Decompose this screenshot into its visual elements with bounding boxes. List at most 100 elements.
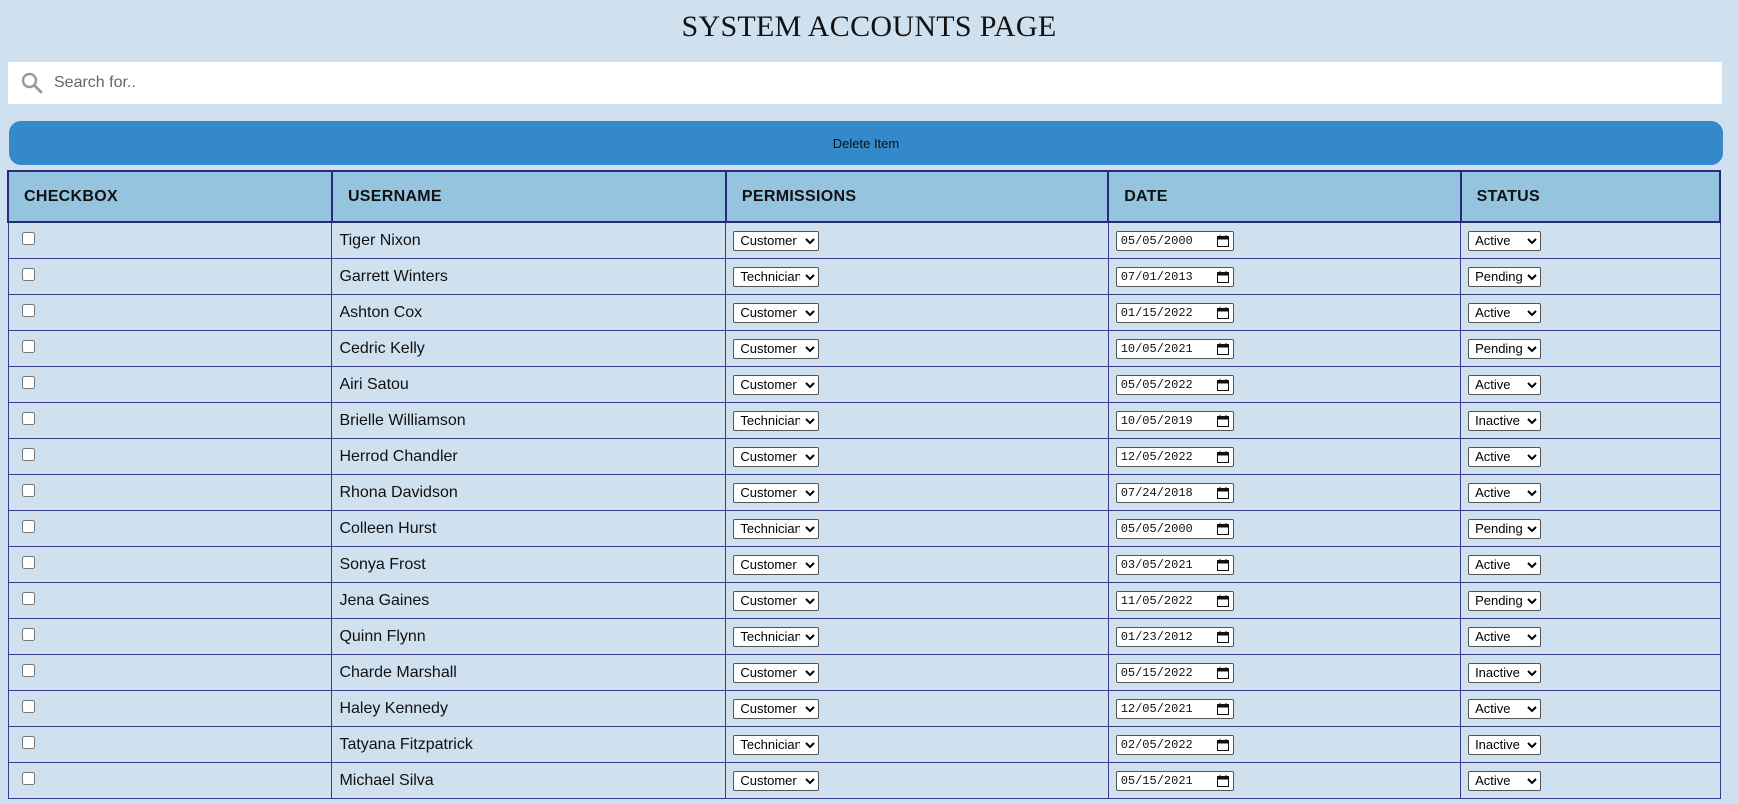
row-checkbox[interactable] xyxy=(21,303,35,317)
status-select[interactable]: Active xyxy=(1468,446,1542,467)
date-input[interactable]: 10/05/2021 xyxy=(1115,338,1234,359)
status-select[interactable]: Pending xyxy=(1468,338,1542,359)
permission-select[interactable]: Technician xyxy=(733,266,820,287)
row-checkbox[interactable] xyxy=(21,339,35,353)
date-input[interactable]: 05/05/2000 xyxy=(1115,230,1234,251)
date-input[interactable]: 03/05/2021 xyxy=(1115,554,1234,575)
checkbox-cell xyxy=(7,582,333,619)
row-checkbox[interactable] xyxy=(21,555,35,569)
date-input[interactable]: 02/05/2022 xyxy=(1115,734,1234,755)
permission-select[interactable]: Customer xyxy=(733,590,820,611)
calendar-icon[interactable] xyxy=(1216,522,1229,535)
row-checkbox[interactable] xyxy=(21,375,35,389)
row-checkbox[interactable] xyxy=(21,771,35,785)
calendar-icon[interactable] xyxy=(1216,594,1229,607)
calendar-icon[interactable] xyxy=(1216,558,1229,571)
permission-select[interactable]: Technician xyxy=(733,410,820,431)
date-input[interactable]: 01/23/2012 xyxy=(1115,626,1234,647)
calendar-icon[interactable] xyxy=(1216,702,1229,715)
permission-select[interactable]: Customer xyxy=(733,302,820,323)
calendar-icon[interactable] xyxy=(1216,342,1229,355)
calendar-icon[interactable] xyxy=(1216,774,1229,787)
calendar-icon[interactable] xyxy=(1216,486,1229,499)
status-select[interactable]: Active xyxy=(1468,230,1542,251)
search-input[interactable] xyxy=(52,73,1656,93)
username-cell: Quinn Flynn xyxy=(331,618,727,655)
permission-select[interactable]: Technician xyxy=(733,518,820,539)
row-checkbox[interactable] xyxy=(21,735,35,749)
status-select[interactable]: Active xyxy=(1468,770,1542,791)
date-input[interactable]: 05/05/2022 xyxy=(1115,374,1234,395)
date-input[interactable]: 12/05/2021 xyxy=(1115,698,1234,719)
status-select[interactable]: Inactive xyxy=(1468,734,1542,755)
date-input[interactable]: 07/01/2013 xyxy=(1115,266,1234,287)
permissions-cell: Customer xyxy=(725,690,1109,727)
status-cell: Inactive xyxy=(1460,402,1721,439)
permission-select[interactable]: Technician xyxy=(733,626,820,647)
status-select[interactable]: Pending xyxy=(1468,590,1542,611)
row-checkbox[interactable] xyxy=(21,699,35,713)
date-input[interactable]: 05/15/2021 xyxy=(1115,770,1234,791)
calendar-icon[interactable] xyxy=(1216,414,1229,427)
date-cell: 05/05/2000 xyxy=(1107,221,1462,259)
row-checkbox[interactable] xyxy=(21,231,35,245)
delete-item-button[interactable]: Delete Item xyxy=(9,121,1723,165)
permission-select[interactable]: Customer xyxy=(733,554,820,575)
date-value: 07/01/2013 xyxy=(1120,269,1193,284)
date-input[interactable]: 12/05/2022 xyxy=(1115,446,1234,467)
row-checkbox[interactable] xyxy=(21,447,35,461)
row-checkbox[interactable] xyxy=(21,519,35,533)
calendar-icon[interactable] xyxy=(1216,306,1229,319)
table-row: Quinn Flynn Technician 01/23/2012 Active xyxy=(7,618,1721,655)
date-input[interactable]: 11/05/2022 xyxy=(1115,590,1234,611)
checkbox-cell xyxy=(7,294,333,331)
permission-select[interactable]: Customer xyxy=(733,338,820,359)
row-checkbox[interactable] xyxy=(21,411,35,425)
date-input[interactable]: 05/15/2022 xyxy=(1115,662,1234,683)
calendar-icon[interactable] xyxy=(1216,666,1229,679)
username-cell: Jena Gaines xyxy=(331,582,727,619)
calendar-icon[interactable] xyxy=(1216,378,1229,391)
calendar-icon[interactable] xyxy=(1216,450,1229,463)
status-select[interactable]: Pending xyxy=(1468,266,1542,287)
status-select[interactable]: Active xyxy=(1468,554,1542,575)
calendar-icon[interactable] xyxy=(1216,270,1229,283)
status-select[interactable]: Active xyxy=(1468,302,1542,323)
status-select[interactable]: Active xyxy=(1468,482,1542,503)
date-input[interactable]: 07/24/2018 xyxy=(1115,482,1234,503)
status-select[interactable]: Active xyxy=(1468,374,1542,395)
permission-select[interactable]: Customer xyxy=(733,230,820,251)
permission-select[interactable]: Customer xyxy=(733,446,820,467)
status-cell: Inactive xyxy=(1460,654,1721,691)
permission-select[interactable]: Technician xyxy=(733,734,820,755)
status-cell: Active xyxy=(1460,221,1721,259)
calendar-icon[interactable] xyxy=(1216,630,1229,643)
row-checkbox[interactable] xyxy=(21,483,35,497)
checkbox-cell xyxy=(7,438,333,475)
permission-select[interactable]: Customer xyxy=(733,662,820,683)
status-select[interactable]: Inactive xyxy=(1468,662,1542,683)
permissions-cell: Customer xyxy=(725,294,1109,331)
row-checkbox[interactable] xyxy=(21,627,35,641)
status-select[interactable]: Pending xyxy=(1468,518,1542,539)
username-cell: Sonya Frost xyxy=(331,546,727,583)
date-input[interactable]: 10/05/2019 xyxy=(1115,410,1234,431)
status-select[interactable]: Active xyxy=(1468,626,1542,647)
row-checkbox[interactable] xyxy=(21,267,35,281)
date-input[interactable]: 01/15/2022 xyxy=(1115,302,1234,323)
row-checkbox[interactable] xyxy=(21,591,35,605)
status-select[interactable]: Active xyxy=(1468,698,1542,719)
permission-select[interactable]: Customer xyxy=(733,482,820,503)
permission-select[interactable]: Customer xyxy=(733,698,820,719)
permission-select[interactable]: Customer xyxy=(733,770,820,791)
calendar-icon[interactable] xyxy=(1216,234,1229,247)
calendar-icon[interactable] xyxy=(1216,738,1229,751)
row-checkbox[interactable] xyxy=(21,663,35,677)
date-value: 10/05/2021 xyxy=(1120,341,1193,356)
status-select[interactable]: Inactive xyxy=(1468,410,1542,431)
date-input[interactable]: 05/05/2000 xyxy=(1115,518,1234,539)
status-cell: Active xyxy=(1460,690,1721,727)
username-cell: Ashton Cox xyxy=(331,294,727,331)
username-cell: Herrod Chandler xyxy=(331,438,727,475)
permission-select[interactable]: Customer xyxy=(733,374,820,395)
